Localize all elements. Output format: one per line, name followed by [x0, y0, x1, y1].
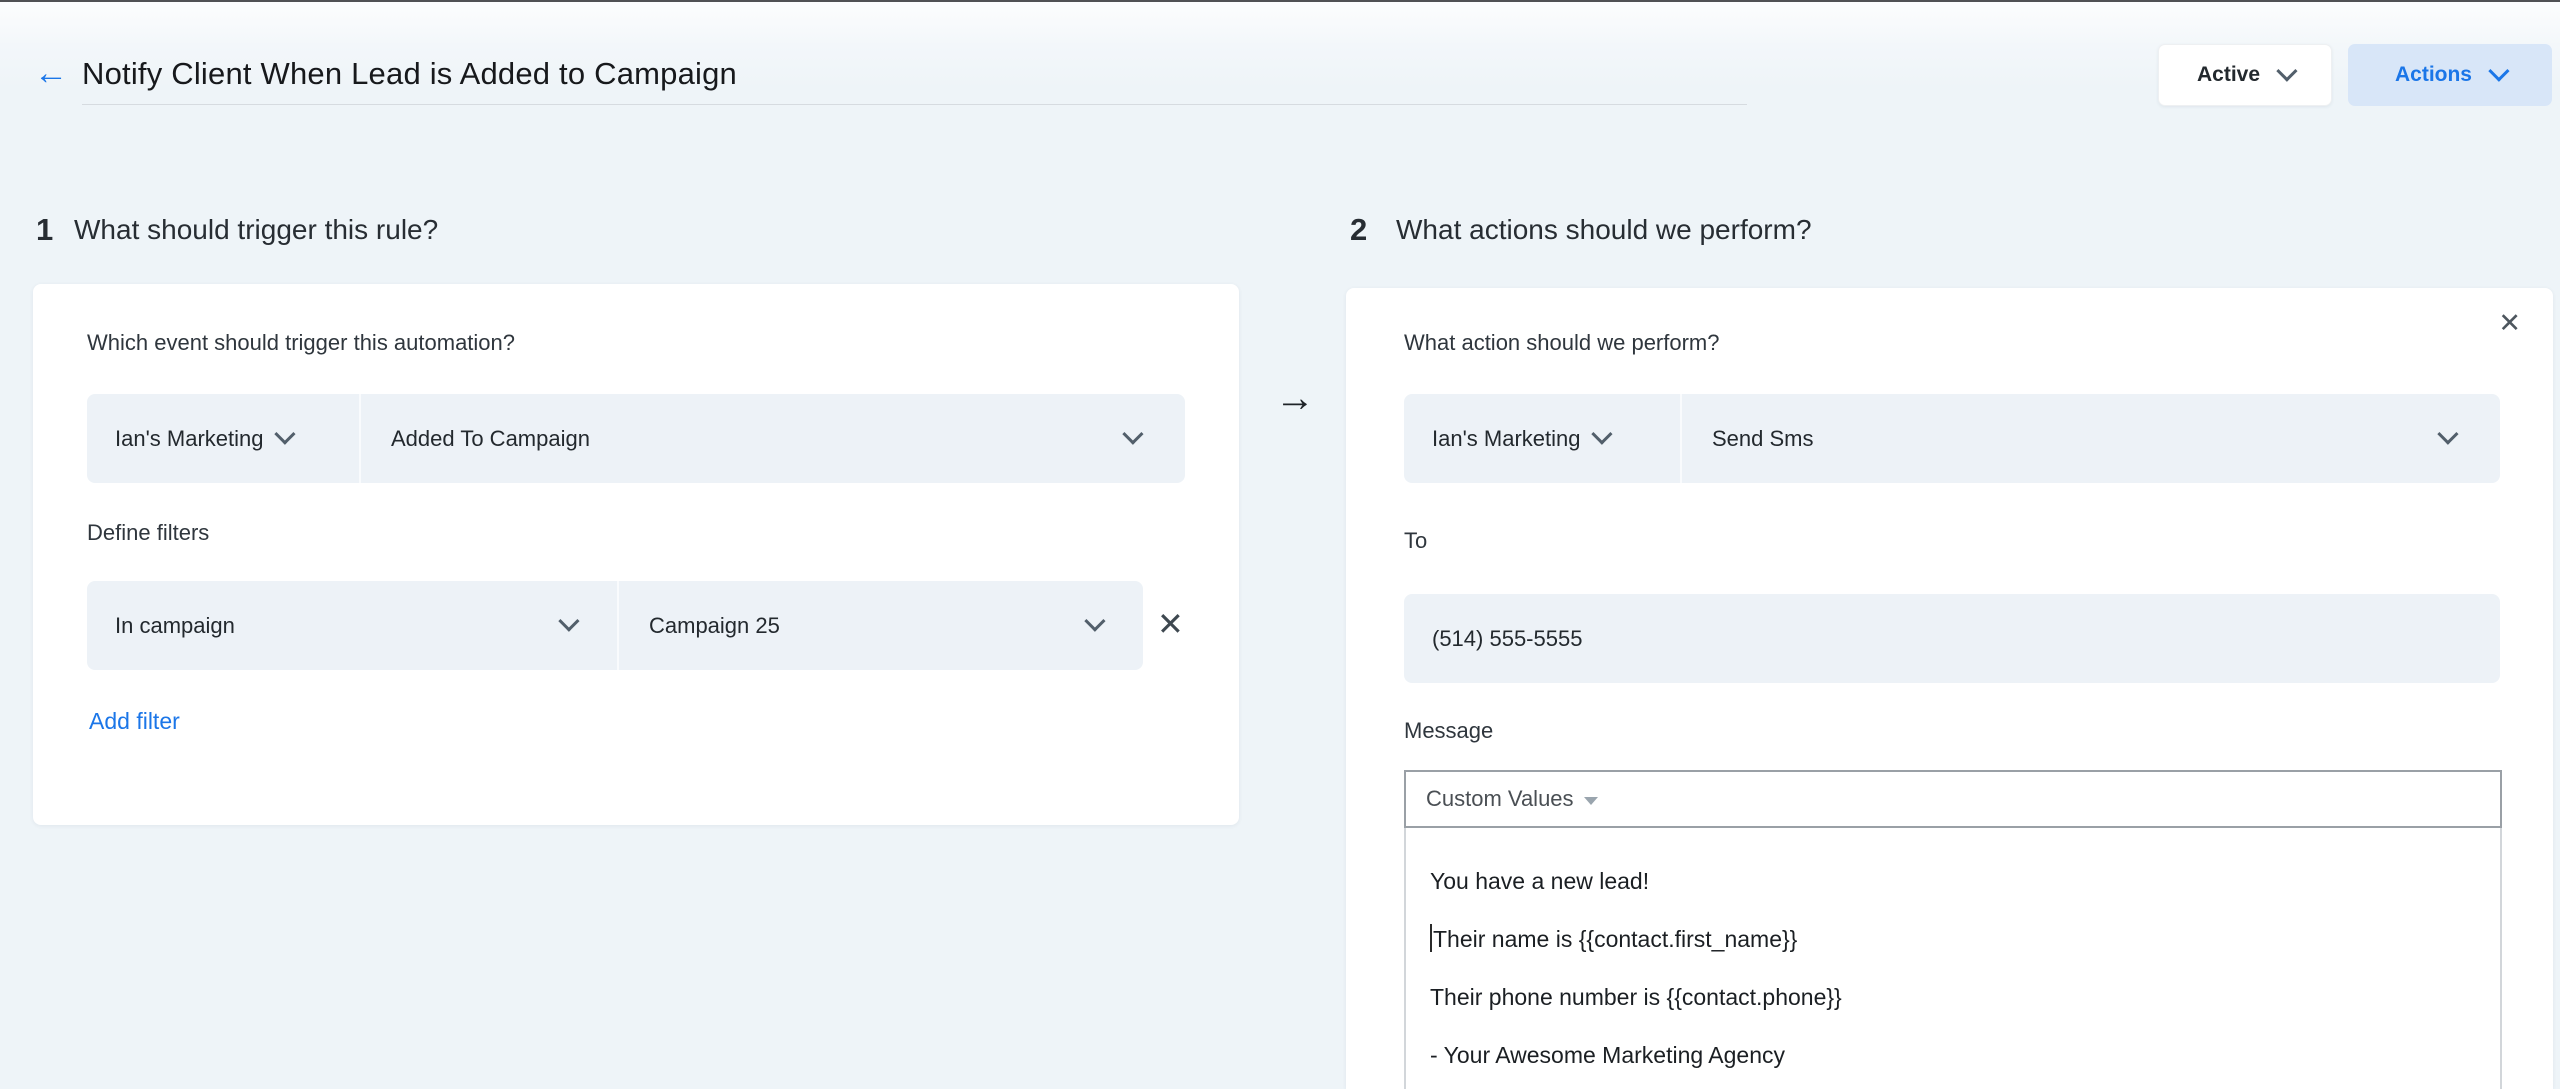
message-editor: Custom Values You have a new lead! Their… [1404, 770, 2502, 1089]
action-account-select[interactable]: Ian's Marketing [1404, 394, 1680, 483]
action-question-label: What action should we perform? [1404, 330, 1720, 356]
trigger-account-select[interactable]: Ian's Marketing [87, 394, 359, 483]
message-line: - Your Awesome Marketing Agency [1430, 1026, 2500, 1084]
action-section-heading: What actions should we perform? [1396, 214, 1812, 246]
trigger-account-value: Ian's Marketing [115, 426, 264, 452]
chevron-down-icon [2488, 60, 2509, 81]
rule-title-field[interactable]: Notify Client When Lead is Added to Camp… [82, 56, 1747, 105]
flow-arrow-icon: → [1275, 376, 1315, 421]
custom-values-dropdown[interactable]: Custom Values [1426, 786, 1598, 812]
message-textarea[interactable]: You have a new lead! Their name is {{con… [1404, 828, 2502, 1089]
to-phone-input[interactable] [1404, 594, 2500, 683]
action-type-value: Send Sms [1712, 426, 1814, 452]
trigger-card: Which event should trigger this automati… [33, 284, 1239, 825]
close-icon[interactable]: ✕ [2498, 308, 2521, 339]
chevron-down-icon [2276, 60, 2297, 81]
to-label: To [1404, 528, 1427, 554]
actions-dropdown-button[interactable]: Actions [2348, 44, 2552, 106]
page-title[interactable]: Notify Client When Lead is Added to Camp… [82, 56, 737, 91]
status-dropdown-button[interactable]: Active [2158, 44, 2332, 106]
triangle-down-icon [1584, 797, 1598, 805]
filter-field-select[interactable]: In campaign [87, 581, 617, 670]
message-editor-toolbar: Custom Values [1404, 770, 2502, 828]
trigger-section-number: 1 [36, 212, 53, 248]
trigger-event-select[interactable]: Added To Campaign [361, 394, 1185, 483]
filter-value-value: Campaign 25 [649, 613, 780, 639]
actions-label: Actions [2395, 63, 2472, 87]
trigger-section-heading: What should trigger this rule? [74, 214, 438, 246]
status-label: Active [2197, 63, 2260, 87]
chevron-down-icon [1122, 423, 1143, 444]
chevron-down-icon [1084, 610, 1105, 631]
event-question-label: Which event should trigger this automati… [87, 330, 515, 356]
remove-filter-icon[interactable]: ✕ [1157, 608, 1184, 640]
action-account-value: Ian's Marketing [1432, 426, 1581, 452]
back-arrow-icon[interactable]: ← [34, 56, 68, 90]
message-line: Their phone number is {{contact.phone}} [1430, 968, 2500, 1026]
message-line: Their name is {{contact.first_name}} [1430, 910, 2500, 968]
chevron-down-icon [1591, 423, 1612, 444]
action-card: ✕ What action should we perform? Ian's M… [1346, 288, 2553, 1089]
add-filter-link[interactable]: Add filter [89, 708, 180, 735]
trigger-event-value: Added To Campaign [391, 426, 590, 452]
chevron-down-icon [274, 423, 295, 444]
window-top-edge [0, 0, 2560, 2]
chevron-down-icon [558, 610, 579, 631]
action-select-row: Ian's Marketing Send Sms [1404, 394, 2500, 483]
message-label: Message [1404, 718, 1493, 744]
trigger-select-row: Ian's Marketing Added To Campaign [87, 394, 1185, 483]
header-buttons: Active Actions [2158, 44, 2552, 106]
chevron-down-icon [2437, 423, 2458, 444]
action-type-select[interactable]: Send Sms [1682, 394, 2500, 483]
message-line: You have a new lead! [1430, 852, 2500, 910]
custom-values-label: Custom Values [1426, 786, 1574, 812]
filter-value-select[interactable]: Campaign 25 [619, 581, 1143, 670]
filter-field-value: In campaign [115, 613, 235, 639]
text-cursor [1430, 924, 1432, 952]
action-section-number: 2 [1350, 212, 1367, 248]
filter-row: In campaign Campaign 25 [87, 581, 1143, 670]
define-filters-label: Define filters [87, 520, 209, 546]
